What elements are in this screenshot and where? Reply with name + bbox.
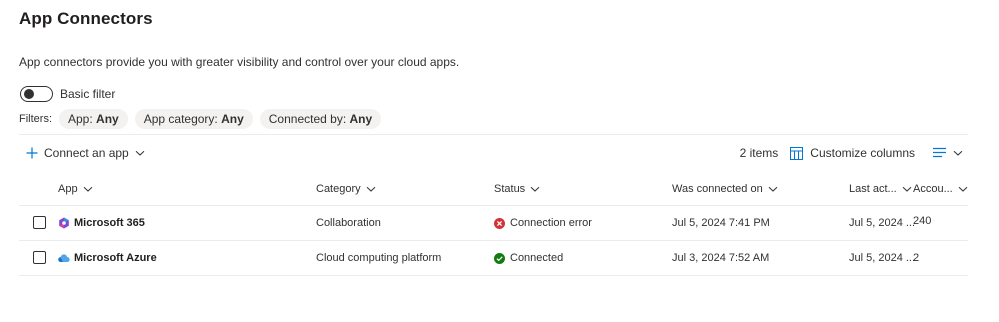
connect-app-label: Connect an app <box>44 146 129 160</box>
chevron-down-icon <box>768 184 778 194</box>
microsoft-azure-icon <box>58 252 70 264</box>
app-name[interactable]: Microsoft Azure <box>74 252 157 264</box>
last-activity-cell: Jul 5, 2024 ... <box>849 217 916 229</box>
column-header-label: Category <box>316 183 361 195</box>
list-view-icon <box>933 147 947 159</box>
category-cell: Collaboration <box>316 217 381 229</box>
filter-pill-app[interactable]: App: Any <box>59 109 128 129</box>
accounts-cell: 240 <box>913 215 932 227</box>
row-checkbox[interactable] <box>33 216 46 229</box>
accounts-cell: 2 <box>913 252 920 264</box>
basic-filter-toggle[interactable] <box>20 85 53 102</box>
microsoft-365-icon <box>58 217 70 229</box>
table-row[interactable]: Microsoft 365 Collaboration Connection e… <box>19 206 968 241</box>
toggle-knob <box>24 88 34 99</box>
filter-pill-app-category[interactable]: App category: Any <box>134 109 253 129</box>
page-title: App Connectors <box>19 9 153 28</box>
app-name[interactable]: Microsoft 365 <box>74 217 145 229</box>
column-header-app[interactable]: App <box>58 183 93 195</box>
chevron-down-icon <box>135 148 145 158</box>
column-header-label: Last act... <box>849 183 897 195</box>
column-header-label: Accou... <box>913 183 953 195</box>
plus-icon <box>26 147 38 159</box>
chevron-down-icon <box>902 184 912 194</box>
column-header-was-connected-on[interactable]: Was connected on <box>672 183 778 195</box>
customize-columns-label: Customize columns <box>810 146 915 160</box>
status-cell: Connection error <box>494 217 592 229</box>
filter-pill-value: Any <box>221 112 244 126</box>
basic-filter-toggle-row: Basic filter <box>20 85 115 102</box>
filter-pill-name: App: <box>68 112 93 126</box>
chevron-down-icon <box>83 184 93 194</box>
success-circle-icon <box>494 252 505 264</box>
chevron-down-icon <box>953 148 963 158</box>
column-header-accounts[interactable]: Accou... <box>913 183 968 195</box>
filter-pill-name: App category: <box>143 112 218 126</box>
app-connectors-table: App Category Status Was connected on Las… <box>19 176 968 276</box>
table-header: App Category Status Was connected on Las… <box>19 176 968 206</box>
filter-pill-connected-by[interactable]: Connected by: Any <box>259 109 382 129</box>
row-checkbox[interactable] <box>33 251 46 264</box>
customize-columns-button[interactable]: Customize columns <box>790 146 915 160</box>
column-header-category[interactable]: Category <box>316 183 376 195</box>
status-cell: Connected <box>494 252 563 264</box>
connect-app-button[interactable]: Connect an app <box>19 146 145 160</box>
filter-pill-value: Any <box>349 112 373 126</box>
chevron-down-icon <box>366 184 376 194</box>
filter-pill-value: Any <box>96 112 119 126</box>
basic-filter-label: Basic filter <box>60 86 116 101</box>
command-bar: Connect an app 2 items Customize columns <box>19 142 968 164</box>
app-cell: Microsoft 365 <box>58 217 145 229</box>
filter-pill-name: Connected by: <box>268 112 347 126</box>
chevron-down-icon <box>530 184 540 194</box>
divider <box>19 134 968 135</box>
table-row[interactable]: Microsoft Azure Cloud computing platform… <box>19 241 968 276</box>
filters-bar: Filters: App: Any App category: Any Conn… <box>19 109 388 129</box>
filters-label: Filters: <box>19 113 52 125</box>
column-header-last-activity[interactable]: Last act... <box>849 183 912 195</box>
view-options-button[interactable] <box>933 147 963 159</box>
chevron-down-icon <box>958 184 968 194</box>
connected-on-cell: Jul 5, 2024 7:41 PM <box>672 217 770 229</box>
status-text: Connection error <box>510 217 592 229</box>
column-header-status[interactable]: Status <box>494 183 540 195</box>
app-cell: Microsoft Azure <box>58 252 157 264</box>
items-count: 2 items <box>739 146 779 160</box>
column-header-label: Was connected on <box>672 183 763 195</box>
error-circle-icon <box>494 217 505 229</box>
column-header-label: App <box>58 183 78 195</box>
status-text: Connected <box>510 252 564 264</box>
last-activity-cell: Jul 5, 2024 ... <box>849 252 916 264</box>
columns-icon <box>790 146 804 160</box>
connected-on-cell: Jul 3, 2024 7:52 AM <box>672 252 770 264</box>
page-description: App connectors provide you with greater … <box>19 55 460 69</box>
column-header-label: Status <box>494 183 526 195</box>
category-cell: Cloud computing platform <box>316 252 442 264</box>
